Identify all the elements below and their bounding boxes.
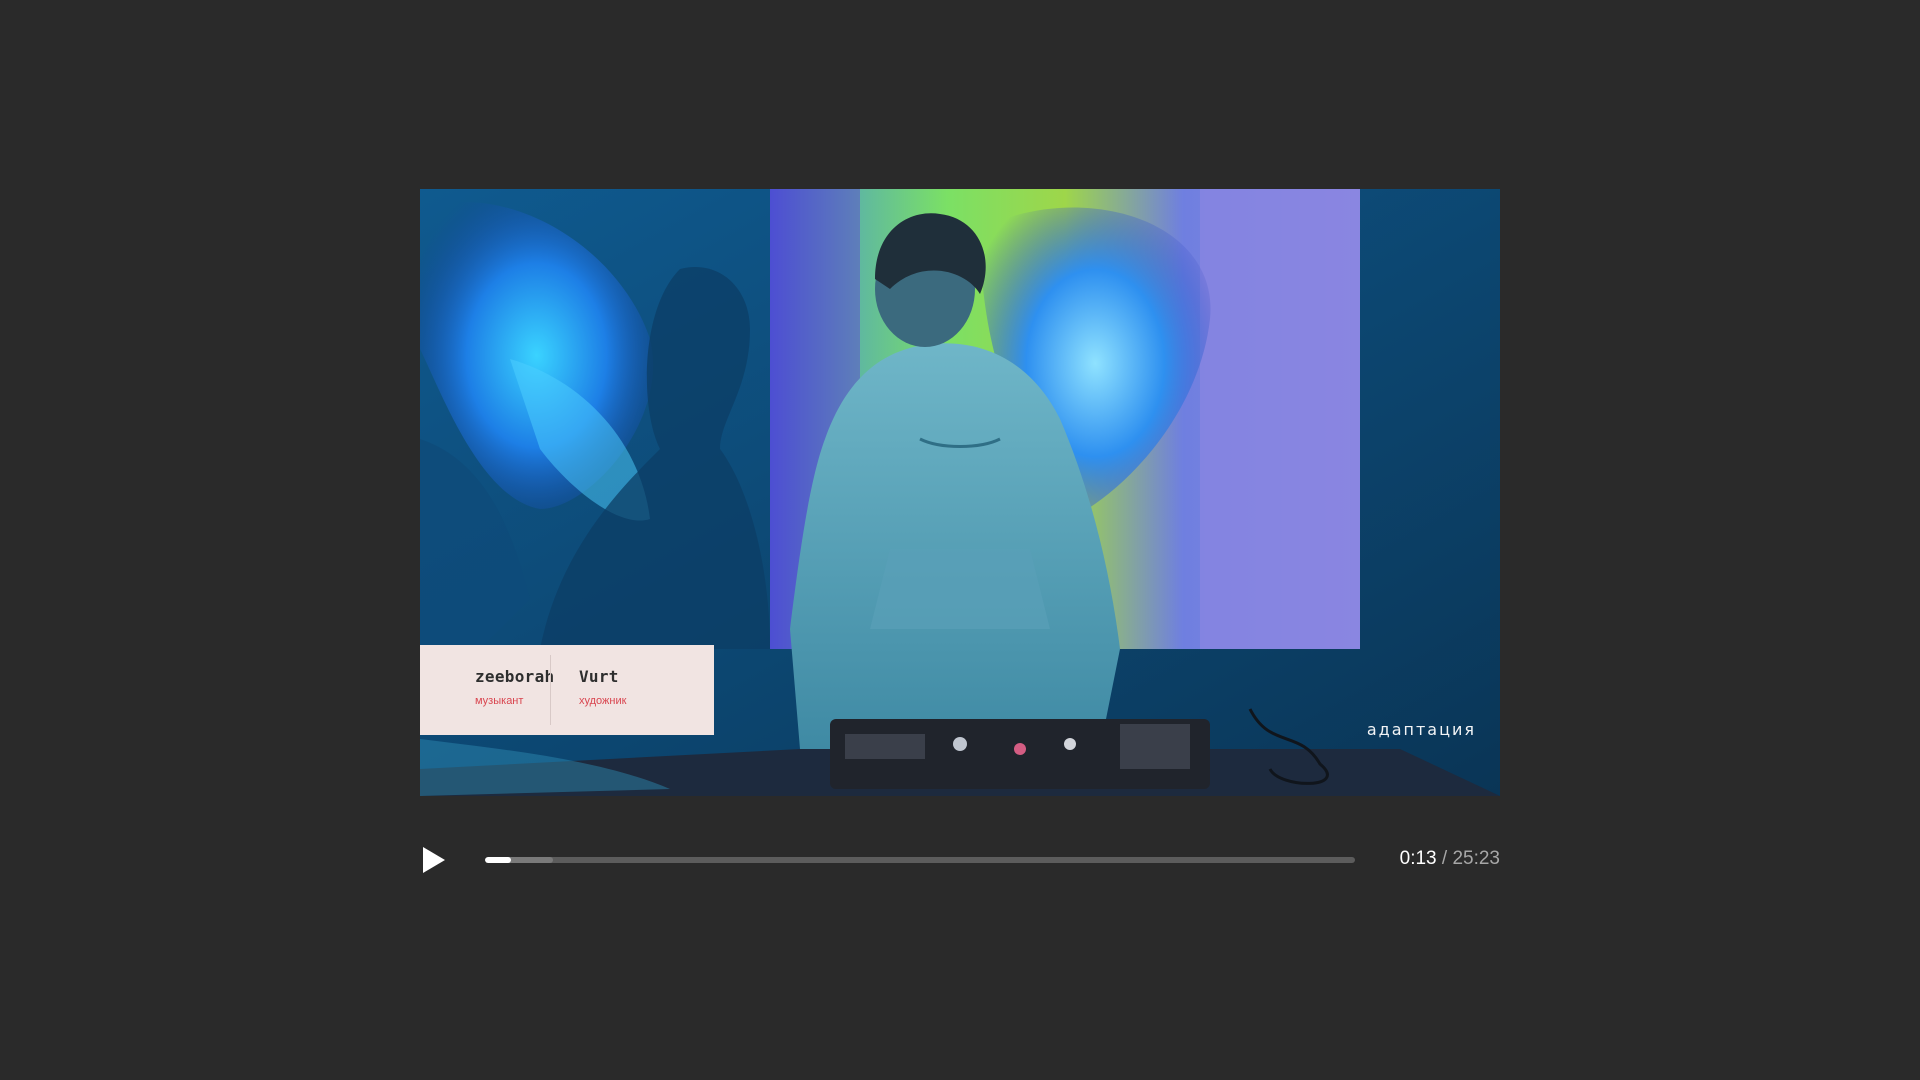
progress-played [485,857,512,863]
credit-musician: zeeborah музыкант [420,645,555,735]
time-display: 0:13 / 25:23 [1400,848,1500,870]
credit-name: zeeborah [475,667,555,686]
time-separator: / [1441,848,1448,869]
channel-watermark: адаптация [1366,720,1476,739]
credit-artist: Vurt художник [550,655,680,725]
player-controls: 0:13 / 25:23 [420,842,1500,878]
play-icon [423,847,445,873]
credit-name: Vurt [579,667,619,686]
current-time: 0:13 [1399,848,1437,869]
total-time: 25:23 [1452,848,1500,869]
video-frame[interactable]: zeeborah музыкант Vurt художник адаптаци… [420,189,1500,796]
credit-role: музыкант [475,695,524,707]
play-button[interactable] [420,846,448,874]
progress-bar[interactable] [485,857,1355,863]
credit-role: художник [579,695,627,707]
credits-overlay: zeeborah музыкант Vurt художник [420,645,714,735]
